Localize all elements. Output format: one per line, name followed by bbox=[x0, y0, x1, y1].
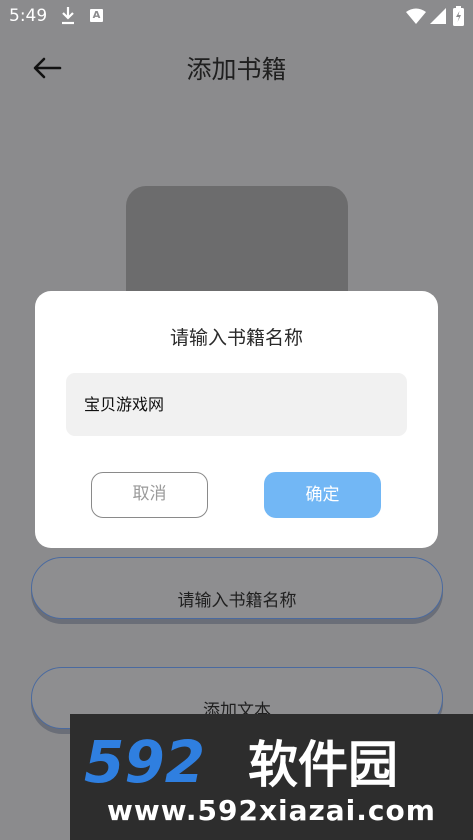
confirm-button[interactable]: 确定 bbox=[264, 472, 381, 518]
watermark-url: www.592xiazai.com bbox=[107, 794, 436, 827]
wifi-icon bbox=[406, 8, 426, 24]
cancel-button[interactable]: 取消 bbox=[91, 472, 208, 518]
dialog-title: 请输入书籍名称 bbox=[169, 327, 303, 349]
book-name-button-label: 请输入书籍名称 bbox=[177, 591, 297, 611]
a-icon: A bbox=[90, 9, 103, 22]
page-title: 添加书籍 bbox=[186, 55, 287, 84]
watermark-banner: 592 软件园 www.592xiazai.com bbox=[70, 714, 473, 840]
status-bar: 5:49 A bbox=[0, 0, 473, 32]
book-name-input[interactable]: 宝贝游戏网 bbox=[66, 373, 407, 436]
svg-text:软件园: 软件园 bbox=[248, 736, 398, 792]
status-time: 5:49 bbox=[9, 6, 48, 26]
watermark-logo: 592 软件园 bbox=[84, 732, 398, 792]
book-name-button[interactable]: 请输入书籍名称 bbox=[31, 557, 443, 619]
download-icon bbox=[62, 7, 74, 25]
battery-icon bbox=[453, 6, 464, 26]
svg-text:592: 592 bbox=[84, 732, 205, 792]
signal-icon bbox=[430, 8, 446, 24]
book-name-dialog: 请输入书籍名称 宝贝游戏网 取消 确定 bbox=[35, 291, 438, 548]
